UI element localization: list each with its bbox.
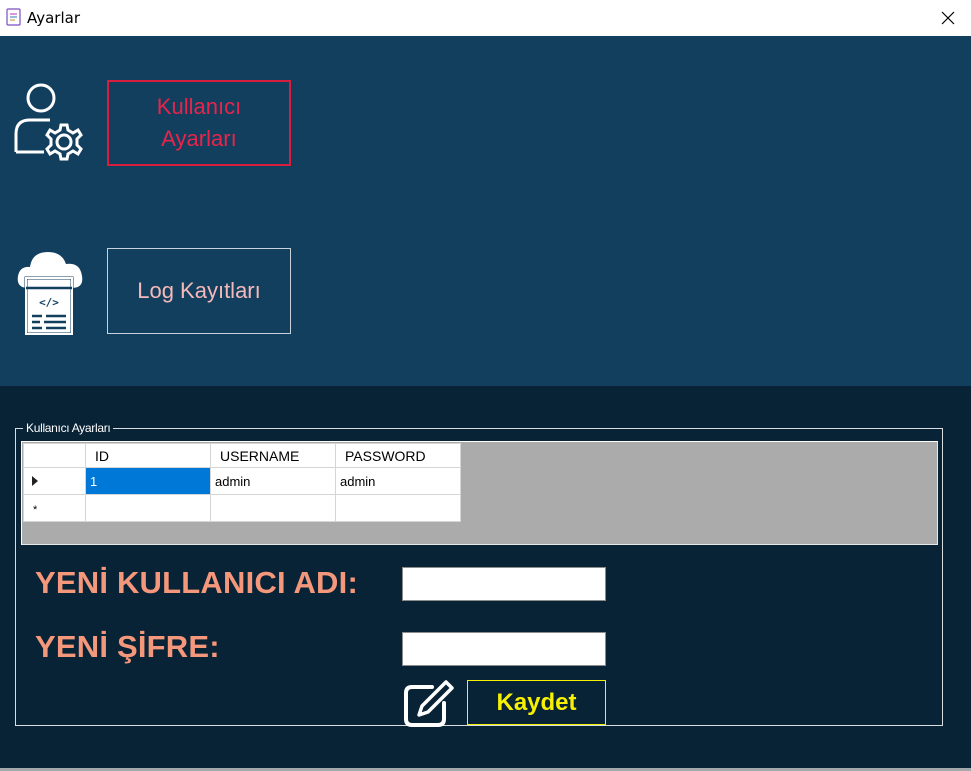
new-row-marker: * xyxy=(33,503,38,516)
app-icon xyxy=(6,8,21,26)
cloud-code-document-icon: </> xyxy=(17,252,83,336)
log-records-button[interactable]: Log Kayıtları xyxy=(107,248,291,334)
new-username-label: YENİ KULLANICI ADI: xyxy=(35,565,358,600)
close-icon xyxy=(941,11,955,25)
new-cell-id[interactable] xyxy=(85,494,211,522)
current-row-arrow-icon xyxy=(32,476,38,486)
new-row[interactable]: * xyxy=(23,494,461,522)
groupbox-title: Kullanıcı Ayarları xyxy=(23,421,114,435)
new-cell-username[interactable] xyxy=(210,494,336,522)
user-settings-groupbox: Kullanıcı Ayarları ID USERNAME PASSWORD … xyxy=(15,421,943,727)
grid-header-row: ID USERNAME PASSWORD xyxy=(23,443,461,468)
close-button[interactable] xyxy=(925,0,971,36)
cell-username[interactable]: admin xyxy=(210,467,336,495)
row-header-new[interactable]: * xyxy=(23,494,86,522)
window-title: Ayarlar xyxy=(27,9,81,27)
save-button[interactable]: Kaydet xyxy=(467,680,606,725)
new-cell-password[interactable] xyxy=(335,494,461,522)
users-data-grid[interactable]: ID USERNAME PASSWORD 1 admin admin * xyxy=(21,441,938,545)
row-header-current[interactable] xyxy=(23,467,86,495)
user-settings-panel: Kullanıcı Ayarları ID USERNAME PASSWORD … xyxy=(0,386,971,771)
navigation-panel: Kullanıcı Ayarları </> Log Kayıtları xyxy=(0,36,971,386)
edit-icon[interactable] xyxy=(402,679,454,727)
new-password-label: YENİ ŞİFRE: xyxy=(35,629,220,664)
column-header-id[interactable]: ID xyxy=(85,443,211,468)
cell-password[interactable]: admin xyxy=(335,467,461,495)
svg-text:</>: </> xyxy=(39,296,59,309)
column-header-password[interactable]: PASSWORD xyxy=(335,443,461,468)
grid-corner-cell[interactable] xyxy=(23,443,86,468)
cell-id[interactable]: 1 xyxy=(85,467,211,495)
table-row[interactable]: 1 admin admin xyxy=(23,467,461,495)
new-username-input[interactable] xyxy=(402,567,606,601)
title-bar: Ayarlar xyxy=(0,0,971,36)
column-header-username[interactable]: USERNAME xyxy=(210,443,336,468)
user-gear-icon xyxy=(14,83,83,161)
new-password-input[interactable] xyxy=(402,632,606,666)
user-settings-button[interactable]: Kullanıcı Ayarları xyxy=(107,80,291,166)
